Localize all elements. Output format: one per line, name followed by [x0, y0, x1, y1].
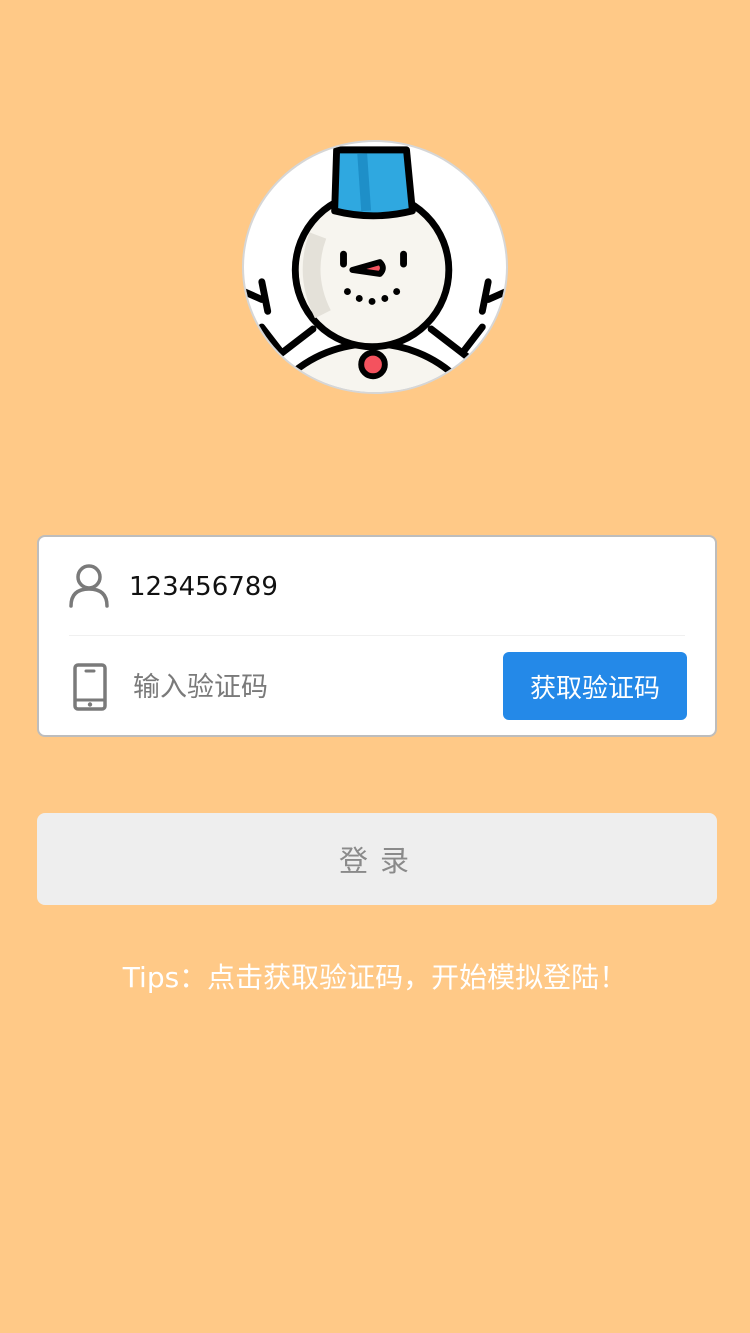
code-row: 获取验证码	[39, 637, 715, 735]
phone-field[interactable]: 123456789	[129, 567, 278, 607]
snowman-icon	[244, 146, 506, 392]
divider	[69, 635, 685, 636]
login-button[interactable]: 登录	[37, 813, 717, 905]
user-icon	[67, 562, 115, 612]
avatar	[242, 140, 508, 394]
mobile-phone-icon	[67, 662, 115, 712]
phone-row[interactable]: 123456789	[39, 537, 715, 637]
tips-text: Tips：点击获取验证码，开始模拟登陆！	[122, 961, 628, 994]
login-form: 123456789 获取验证码	[37, 535, 717, 737]
verification-code-input[interactable]	[133, 665, 473, 709]
get-code-button[interactable]: 获取验证码	[503, 652, 687, 720]
